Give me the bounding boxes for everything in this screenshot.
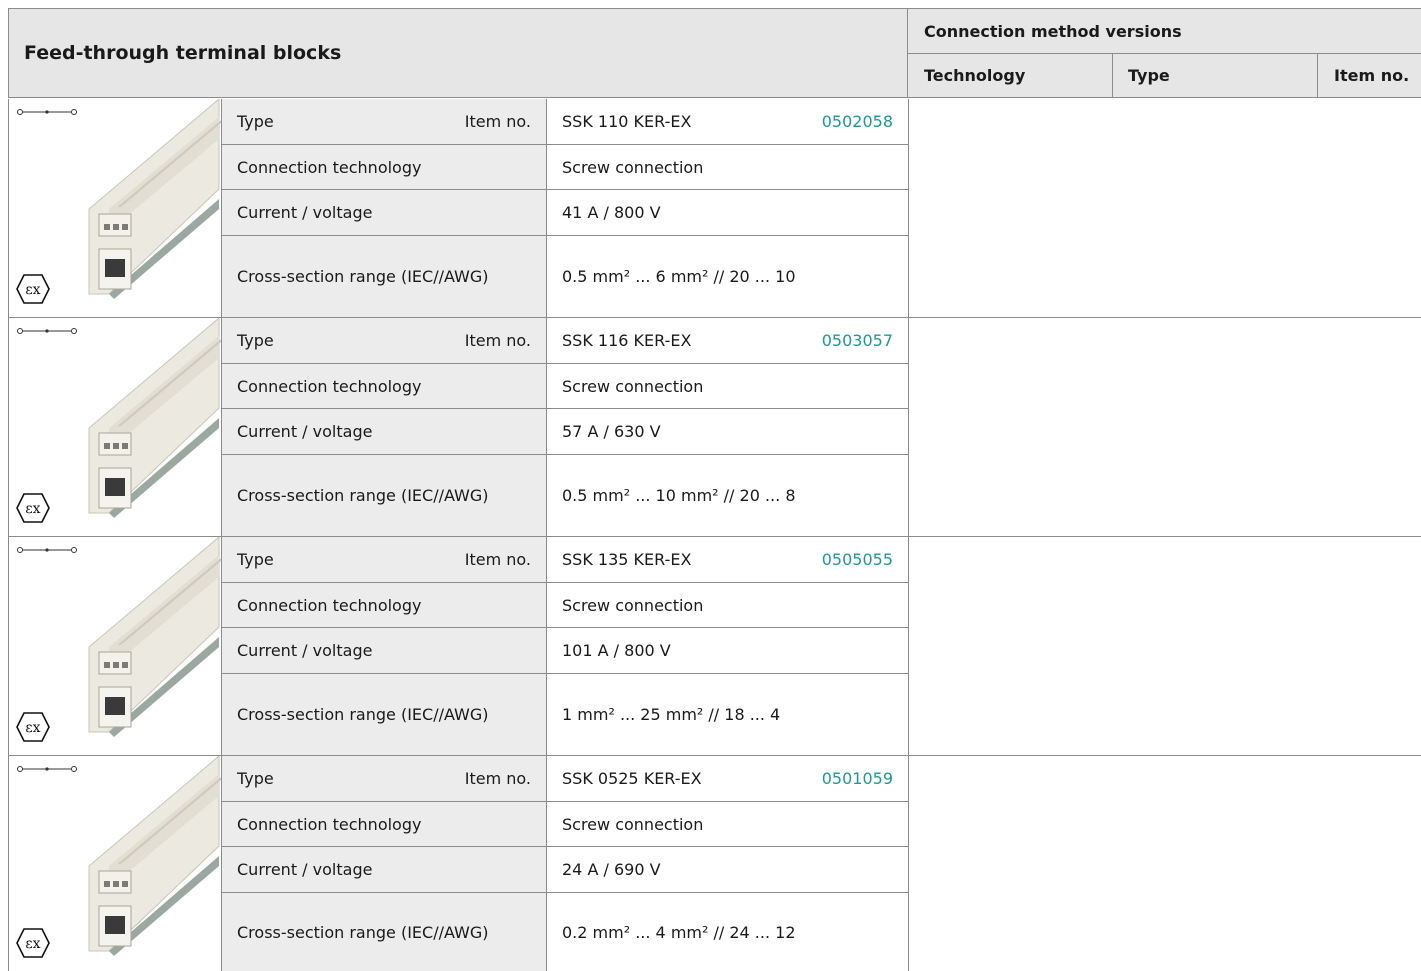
terminal-block-image xyxy=(88,318,224,518)
label-item-no: Item no. xyxy=(464,331,531,350)
label-item-no: Item no. xyxy=(464,769,531,788)
product-type: SSK 110 KER-EX xyxy=(562,112,692,131)
item-number-link[interactable]: 0501059 xyxy=(822,769,893,788)
value-current-voltage: 57 A / 630 V xyxy=(546,409,909,455)
ex-explosion-protection-icon: εx xyxy=(16,928,50,958)
product-row: εx Type Item no. SSK 135 KER-EX 0505055 Conne… xyxy=(8,537,1421,756)
value-type-item: SSK 110 KER-EX 0502058 xyxy=(546,99,909,145)
product-row: εx Type Item no. SSK 110 KER-EX 0502058 Conne… xyxy=(8,99,1421,318)
item-number-link[interactable]: 0503057 xyxy=(822,331,893,350)
label-connection-technology: Connection technology xyxy=(221,802,546,847)
svg-text:εx: εx xyxy=(25,936,40,952)
label-type: Type xyxy=(237,550,274,569)
product-type: SSK 0525 KER-EX xyxy=(562,769,702,788)
value-current-voltage: 41 A / 800 V xyxy=(546,190,909,236)
label-cross-section: Cross-section range (IEC//AWG) xyxy=(221,236,546,318)
terminal-block-image xyxy=(88,99,224,299)
value-connection-technology: Screw connection xyxy=(546,802,909,847)
col-header-item-no: Item no. xyxy=(1318,54,1421,98)
label-current-voltage: Current / voltage xyxy=(221,628,546,674)
label-item-no: Item no. xyxy=(464,112,531,131)
label-type-item: Type Item no. xyxy=(221,537,546,583)
label-type: Type xyxy=(237,331,274,350)
label-type: Type xyxy=(237,112,274,131)
table-title: Feed-through terminal blocks xyxy=(8,8,908,98)
value-cross-section: 0.5 mm² ... 6 mm² // 20 ... 10 xyxy=(546,236,909,318)
svg-text:εx: εx xyxy=(25,282,40,298)
label-type-item: Type Item no. xyxy=(221,756,546,802)
value-type-item: SSK 116 KER-EX 0503057 xyxy=(546,318,909,364)
versions-title: Connection method versions xyxy=(908,8,1421,54)
value-cross-section: 0.2 mm² ... 4 mm² // 24 ... 12 xyxy=(546,893,909,971)
svg-text:εx: εx xyxy=(25,720,40,736)
value-type-item: SSK 135 KER-EX 0505055 xyxy=(546,537,909,583)
terminal-block-image xyxy=(88,537,224,737)
product-type: SSK 116 KER-EX xyxy=(562,331,692,350)
product-image-cell: εx xyxy=(8,537,224,756)
value-connection-technology: Screw connection xyxy=(546,364,909,409)
label-connection-technology: Connection technology xyxy=(221,364,546,409)
product-image-cell: εx xyxy=(8,318,224,537)
item-number-link[interactable]: 0505055 xyxy=(822,550,893,569)
product-image-cell: εx xyxy=(8,756,224,971)
product-row: εx Type Item no. SSK 116 KER-EX 0503057 Conne… xyxy=(8,318,1421,537)
value-connection-technology: Screw connection xyxy=(546,583,909,628)
ex-explosion-protection-icon: εx xyxy=(16,274,50,304)
label-current-voltage: Current / voltage xyxy=(221,409,546,455)
product-row: εx Type Item no. SSK 0525 KER-EX 0501059 Conn… xyxy=(8,756,1421,971)
product-type: SSK 135 KER-EX xyxy=(562,550,692,569)
value-connection-technology: Screw connection xyxy=(546,145,909,190)
label-type-item: Type Item no. xyxy=(221,99,546,145)
col-header-technology: Technology xyxy=(908,54,1113,98)
svg-text:εx: εx xyxy=(25,501,40,517)
ex-explosion-protection-icon: εx xyxy=(16,493,50,523)
label-cross-section: Cross-section range (IEC//AWG) xyxy=(221,893,546,971)
label-type-item: Type Item no. xyxy=(221,318,546,364)
value-current-voltage: 101 A / 800 V xyxy=(546,628,909,674)
value-type-item: SSK 0525 KER-EX 0501059 xyxy=(546,756,909,802)
label-current-voltage: Current / voltage xyxy=(221,190,546,236)
label-item-no: Item no. xyxy=(464,550,531,569)
label-type: Type xyxy=(237,769,274,788)
label-connection-technology: Connection technology xyxy=(221,583,546,628)
product-image-cell: εx xyxy=(8,99,224,318)
label-current-voltage: Current / voltage xyxy=(221,847,546,893)
terminal-block-image xyxy=(88,756,224,956)
col-header-type: Type xyxy=(1113,54,1318,98)
ex-explosion-protection-icon: εx xyxy=(16,712,50,742)
value-current-voltage: 24 A / 690 V xyxy=(546,847,909,893)
value-cross-section: 0.5 mm² ... 10 mm² // 20 ... 8 xyxy=(546,455,909,537)
value-cross-section: 1 mm² ... 25 mm² // 18 ... 4 xyxy=(546,674,909,756)
label-connection-technology: Connection technology xyxy=(221,145,546,190)
item-number-link[interactable]: 0502058 xyxy=(822,112,893,131)
label-cross-section: Cross-section range (IEC//AWG) xyxy=(221,455,546,537)
label-cross-section: Cross-section range (IEC//AWG) xyxy=(221,674,546,756)
